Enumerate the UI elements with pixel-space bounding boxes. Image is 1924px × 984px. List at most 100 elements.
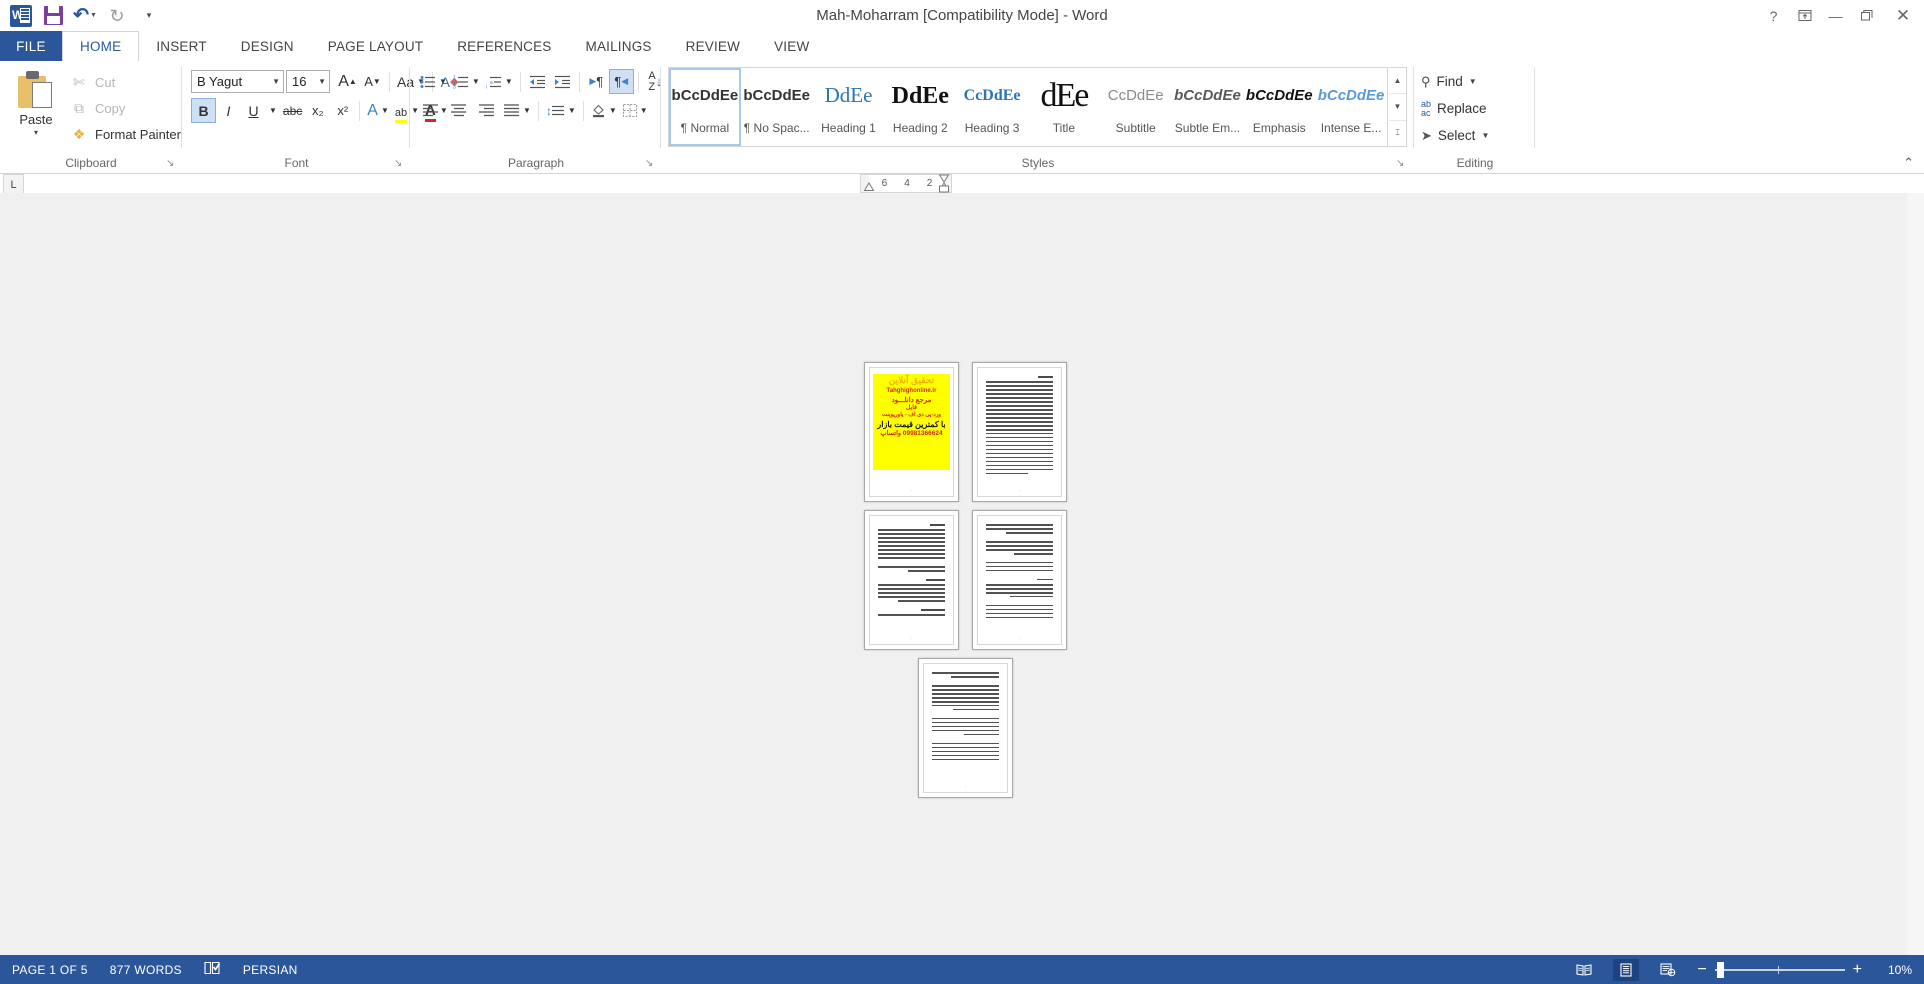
page-indicator[interactable]: PAGE 1 OF 5	[12, 963, 88, 977]
bold-button[interactable]: B	[191, 98, 216, 123]
style-subtitle[interactable]: CcDdEe Subtitle	[1100, 68, 1172, 146]
strikethrough-button[interactable]: abc	[280, 98, 305, 123]
zoom-in-button[interactable]: +	[1853, 961, 1862, 978]
restore-svg	[1860, 9, 1872, 20]
tab-references[interactable]: REFERENCES	[440, 31, 568, 61]
document-page-1[interactable]: تحقیق آنلاین Tahghighonline.ir مرجع دانل…	[864, 362, 959, 502]
word-count[interactable]: 877 WORDS	[110, 963, 182, 977]
style-intense-emphasis[interactable]: bCcDdEe Intense E...	[1315, 68, 1387, 146]
style-heading-2[interactable]: DdEe Heading 2	[884, 68, 956, 146]
font-size-combo[interactable]: 16 ▼	[286, 70, 330, 93]
style-normal[interactable]: bCcDdEe ¶ Normal	[669, 68, 741, 146]
word-app-icon[interactable]: W	[5, 2, 37, 30]
tab-file[interactable]: FILE	[0, 31, 62, 61]
underline-dropdown-caret[interactable]: ▼	[266, 98, 280, 123]
clipboard-dialog-launcher[interactable]: ↘	[166, 158, 178, 170]
document-page-4[interactable]: -	[972, 510, 1067, 650]
horizontal-ruler[interactable]: 6 4 2	[860, 174, 952, 193]
zoom-out-button[interactable]: −	[1697, 961, 1706, 978]
style-no-spacing[interactable]: bCcDdEe ¶ No Spac...	[741, 68, 813, 146]
align-right-button[interactable]	[473, 98, 501, 123]
document-page-5[interactable]: -	[918, 658, 1013, 798]
format-painter-button[interactable]: ❖ Format Painter	[70, 123, 181, 145]
justify-button[interactable]: ▼	[501, 98, 534, 123]
rtl-text-direction-button[interactable]: ¶ ◀	[608, 69, 634, 94]
superscript-button[interactable]: x²	[330, 98, 355, 123]
tab-view[interactable]: VIEW	[757, 31, 826, 61]
paste-dropdown-caret[interactable]: ▾	[34, 128, 38, 137]
decrease-indent-button[interactable]	[525, 69, 550, 94]
styles-dialog-launcher[interactable]: ↘	[1396, 158, 1408, 170]
numbering-button[interactable]: 1 2 3 ▼	[450, 69, 483, 94]
paragraph-dialog-launcher[interactable]: ↘	[645, 158, 657, 170]
font-name-value: B Yagut	[197, 74, 243, 89]
align-left-button[interactable]	[417, 98, 445, 123]
find-button[interactable]: ⚲ Find ▼	[1421, 69, 1477, 94]
left-indent-marker-icon[interactable]	[863, 181, 875, 192]
right-indent-marker-icon[interactable]	[938, 174, 950, 193]
style-title[interactable]: dEe Title	[1028, 68, 1100, 146]
ribbon-display-options-icon[interactable]	[1789, 2, 1820, 30]
document-page-3[interactable]: -	[864, 510, 959, 650]
document-canvas[interactable]: تحقیق آنلاین Tahghighonline.ir مرجع دانل…	[0, 193, 1924, 955]
style-heading-1[interactable]: DdEe Heading 1	[813, 68, 885, 146]
tab-stop-selector[interactable]: L	[3, 174, 24, 195]
bullets-button[interactable]: ▼	[417, 69, 450, 94]
close-icon[interactable]: ✕	[1882, 2, 1924, 30]
redo-icon[interactable]: ↻	[101, 2, 133, 30]
tab-insert[interactable]: INSERT	[139, 31, 223, 61]
borders-button[interactable]: ▼	[620, 98, 651, 123]
underline-button[interactable]: U	[241, 98, 266, 123]
select-button[interactable]: ➤ Select ▼	[1421, 123, 1489, 148]
styles-more-button[interactable]: ⌶	[1389, 121, 1406, 146]
increase-indent-button[interactable]	[550, 69, 575, 94]
collapse-ribbon-button[interactable]: ⌃	[1903, 155, 1914, 171]
line-spacing-button[interactable]: ↕ ▼	[543, 98, 579, 123]
zoom-slider[interactable]: − +	[1697, 961, 1862, 978]
styles-scroll-up-button[interactable]: ▲	[1389, 68, 1406, 95]
zoom-track[interactable]	[1714, 961, 1845, 978]
copy-button[interactable]: ⧉ Copy	[70, 97, 125, 119]
customize-qat-icon[interactable]: ▾	[133, 2, 165, 30]
ltr-text-direction-button[interactable]: ▶ ¶	[584, 69, 609, 94]
tab-review[interactable]: REVIEW	[669, 31, 757, 61]
tab-design[interactable]: DESIGN	[224, 31, 311, 61]
tab-home[interactable]: HOME	[62, 31, 140, 61]
font-dialog-launcher[interactable]: ↘	[394, 158, 406, 170]
language-indicator[interactable]: PERSIAN	[243, 963, 298, 977]
shading-button[interactable]: ▼	[588, 98, 620, 123]
help-icon[interactable]: ?	[1758, 2, 1789, 30]
document-page-2[interactable]: -	[972, 362, 1067, 502]
style-heading-3[interactable]: CcDdEe Heading 3	[956, 68, 1028, 146]
tab-page-layout[interactable]: PAGE LAYOUT	[311, 31, 440, 61]
cut-button[interactable]: ✄ Cut	[70, 71, 115, 93]
subscript-button[interactable]: x₂	[305, 98, 330, 123]
shrink-font-button[interactable]: A ▼	[360, 69, 385, 94]
undo-icon[interactable]: ↶ ▼	[69, 2, 101, 30]
proofing-errors-icon[interactable]	[204, 961, 221, 978]
zoom-thumb[interactable]	[1716, 961, 1724, 978]
read-mode-button[interactable]	[1571, 959, 1597, 981]
vertical-scrollbar[interactable]	[1907, 193, 1924, 955]
web-layout-button[interactable]	[1655, 959, 1681, 981]
multilevel-list-button[interactable]: a i ▼	[483, 69, 516, 94]
ribbon-group-font: B Yagut ▼ 16 ▼ A▲ A▼ Aa ▼ A◆	[183, 61, 458, 174]
restore-icon[interactable]	[1851, 2, 1882, 30]
minimize-icon[interactable]: —	[1820, 2, 1851, 30]
tab-mailings[interactable]: MAILINGS	[569, 31, 669, 61]
save-icon[interactable]	[37, 2, 69, 30]
zoom-level-label[interactable]: 10%	[1878, 963, 1912, 977]
style-subtle-emphasis[interactable]: bCcDdEe Subtle Em...	[1172, 68, 1244, 146]
copy-icon: ⧉	[74, 99, 84, 116]
align-center-button[interactable]	[445, 98, 473, 123]
italic-button[interactable]: I	[216, 98, 241, 123]
font-name-combo[interactable]: B Yagut ▼	[191, 70, 284, 93]
style-emphasis[interactable]: bCcDdEe Emphasis	[1243, 68, 1315, 146]
styles-scroll-down-button[interactable]: ▼	[1389, 94, 1406, 121]
editing-group-label: Editing	[1456, 156, 1494, 170]
text-effects-button[interactable]: A ▼	[364, 98, 392, 123]
replace-button[interactable]: ab ac Replace	[1421, 96, 1487, 121]
grow-font-button[interactable]: A ▲	[335, 69, 360, 94]
print-layout-button[interactable]	[1613, 958, 1640, 981]
paste-button[interactable]: Paste ▾	[10, 69, 62, 145]
